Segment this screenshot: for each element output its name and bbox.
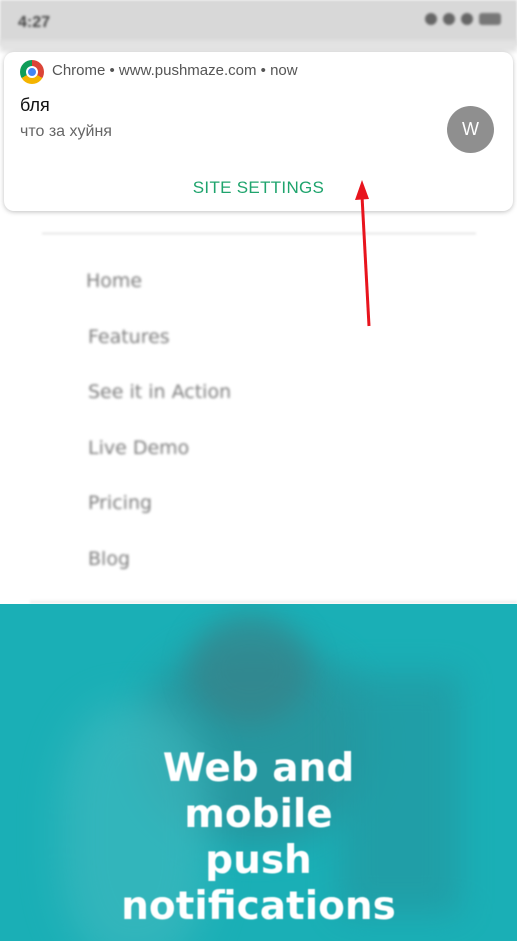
headphones-icon — [461, 13, 473, 25]
hero-title-line: mobile — [184, 792, 333, 837]
site-nav-menu: Home Features See it in Action Live Demo… — [0, 211, 517, 605]
hero-title: Web and mobile push notifications — [0, 746, 517, 930]
hero-title-line: Web and — [162, 746, 355, 791]
nav-item-pricing[interactable]: Pricing — [88, 492, 152, 514]
nav-item-blog[interactable]: Blog — [88, 548, 130, 570]
notification-header: Chrome • www.pushmaze.com • now — [52, 62, 298, 79]
nav-bottom-divider — [30, 601, 517, 603]
battery-icon — [479, 13, 501, 25]
hero-title-line: push — [205, 838, 312, 883]
nav-item-see-it-in-action[interactable]: See it in Action — [88, 381, 231, 403]
notification-avatar: W — [447, 106, 494, 153]
chrome-icon — [20, 60, 44, 84]
hero-section: Web and mobile push notifications — [0, 604, 517, 941]
nav-divider — [42, 233, 476, 234]
push-notification[interactable]: Chrome • www.pushmaze.com • now бля что … — [4, 52, 513, 211]
notification-title: бля — [20, 95, 50, 115]
nav-item-home[interactable]: Home — [86, 270, 142, 292]
status-icons — [425, 13, 501, 25]
status-time: 4:27 — [18, 14, 51, 31]
nav-item-live-demo[interactable]: Live Demo — [88, 437, 189, 459]
hero-title-line: notifications — [121, 884, 396, 929]
nfc-icon — [425, 13, 437, 25]
site-settings-button[interactable]: SITE SETTINGS — [4, 178, 513, 198]
nav-item-features[interactable]: Features — [88, 326, 170, 348]
alarm-icon — [443, 13, 455, 25]
status-strip — [0, 40, 517, 52]
notification-body: что за хуйня — [20, 123, 112, 140]
hero-background-shape — [190, 614, 310, 724]
